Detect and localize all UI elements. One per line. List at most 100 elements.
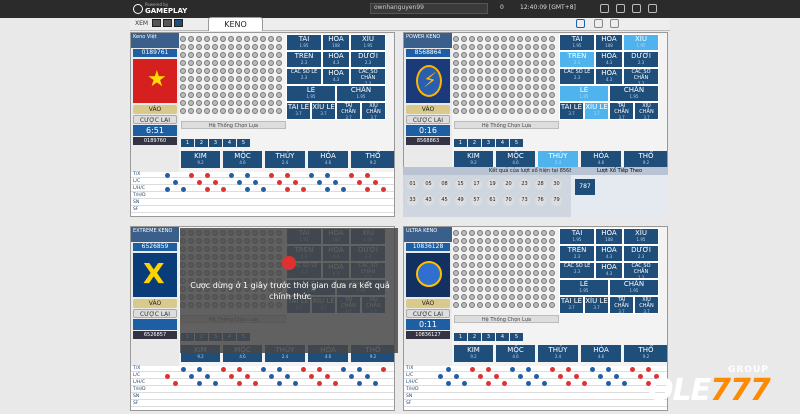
number-ball[interactable] — [477, 44, 483, 50]
element-bet[interactable]: KIM9.2 — [181, 151, 220, 168]
number-ball[interactable] — [477, 294, 483, 300]
number-ball[interactable] — [220, 68, 226, 74]
chip-button[interactable]: 4 — [223, 139, 236, 147]
number-ball[interactable] — [477, 270, 483, 276]
number-ball[interactable] — [236, 60, 242, 66]
number-ball[interactable] — [469, 238, 475, 244]
number-ball[interactable] — [469, 44, 475, 50]
number-ball[interactable] — [461, 286, 467, 292]
number-ball[interactable] — [525, 278, 531, 284]
number-ball[interactable] — [469, 108, 475, 114]
number-ball[interactable] — [501, 270, 507, 276]
element-bet[interactable]: KIM9.2 — [454, 151, 493, 168]
number-ball[interactable] — [517, 302, 523, 308]
number-ball[interactable] — [541, 286, 547, 292]
number-ball[interactable] — [204, 84, 210, 90]
number-ball[interactable] — [509, 36, 515, 42]
number-ball[interactable] — [517, 92, 523, 98]
bet-option[interactable]: XỈU CHẴN3.7 — [634, 102, 659, 120]
number-ball[interactable] — [485, 36, 491, 42]
number-ball[interactable] — [188, 44, 194, 50]
number-ball[interactable] — [180, 92, 186, 98]
element-bet[interactable]: HỎA4.6 — [308, 151, 348, 168]
number-ball[interactable] — [252, 100, 258, 106]
number-ball[interactable] — [485, 286, 491, 292]
number-ball[interactable] — [469, 36, 475, 42]
number-ball[interactable] — [477, 84, 483, 90]
number-ball[interactable] — [485, 68, 491, 74]
number-ball[interactable] — [541, 76, 547, 82]
bet-option[interactable]: CÁC SỐ CHẴN2.3 — [623, 262, 659, 279]
number-ball[interactable] — [461, 52, 467, 58]
number-ball[interactable] — [533, 302, 539, 308]
number-ball[interactable] — [533, 286, 539, 292]
number-ball[interactable] — [228, 36, 234, 42]
number-ball[interactable] — [276, 100, 282, 106]
number-ball[interactable] — [533, 44, 539, 50]
number-ball[interactable] — [276, 68, 282, 74]
number-ball[interactable] — [501, 238, 507, 244]
number-ball[interactable] — [469, 92, 475, 98]
number-ball[interactable] — [268, 68, 274, 74]
number-ball[interactable] — [260, 108, 266, 114]
number-ball[interactable] — [493, 286, 499, 292]
number-ball[interactable] — [236, 92, 242, 98]
number-ball[interactable] — [453, 294, 459, 300]
number-ball[interactable] — [549, 60, 555, 66]
number-ball[interactable] — [212, 84, 218, 90]
number-ball[interactable] — [549, 294, 555, 300]
number-ball[interactable] — [180, 68, 186, 74]
number-ball[interactable] — [493, 270, 499, 276]
number-ball[interactable] — [453, 44, 459, 50]
number-ball[interactable] — [485, 238, 491, 244]
bet-option[interactable]: HÒA108 — [595, 34, 623, 51]
bet-option[interactable]: TÀI CHẴN3.7 — [336, 102, 361, 120]
number-ball[interactable] — [485, 92, 491, 98]
number-ball[interactable] — [276, 36, 282, 42]
bet-option[interactable]: TÀI1.95 — [286, 34, 322, 51]
number-ball[interactable] — [509, 84, 515, 90]
number-ball[interactable] — [509, 76, 515, 82]
number-ball[interactable] — [204, 36, 210, 42]
number-ball[interactable] — [541, 36, 547, 42]
number-ball[interactable] — [541, 44, 547, 50]
chip-button[interactable]: 1 — [454, 139, 467, 147]
bet-option[interactable]: TÀI1.95 — [559, 34, 595, 51]
number-ball[interactable] — [493, 278, 499, 284]
number-ball[interactable] — [469, 286, 475, 292]
number-ball[interactable] — [501, 278, 507, 284]
number-ball[interactable] — [220, 36, 226, 42]
number-ball[interactable] — [541, 230, 547, 236]
element-bet[interactable]: THỔ9.2 — [624, 345, 667, 362]
number-ball[interactable] — [461, 76, 467, 82]
number-ball[interactable] — [485, 76, 491, 82]
number-ball[interactable] — [477, 286, 483, 292]
bet-option[interactable]: HÒA4.3 — [595, 245, 623, 262]
number-ball[interactable] — [268, 44, 274, 50]
number-ball[interactable] — [541, 294, 547, 300]
chip-button[interactable]: 2 — [468, 139, 481, 147]
number-ball[interactable] — [228, 60, 234, 66]
number-ball[interactable] — [252, 60, 258, 66]
number-ball[interactable] — [549, 246, 555, 252]
bet-option[interactable]: CHẴN1.95 — [609, 85, 659, 102]
number-ball[interactable] — [244, 100, 250, 106]
number-ball[interactable] — [180, 52, 186, 58]
number-ball[interactable] — [236, 100, 242, 106]
number-ball[interactable] — [228, 100, 234, 106]
number-ball[interactable] — [525, 230, 531, 236]
number-ball[interactable] — [533, 278, 539, 284]
number-ball[interactable] — [268, 84, 274, 90]
number-ball[interactable] — [244, 44, 250, 50]
number-ball[interactable] — [501, 254, 507, 260]
bet-option[interactable]: CHẴN1.95 — [609, 279, 659, 296]
number-ball[interactable] — [493, 294, 499, 300]
number-ball[interactable] — [493, 92, 499, 98]
trophy-icon[interactable] — [632, 4, 641, 13]
number-ball[interactable] — [461, 254, 467, 260]
number-ball[interactable] — [461, 44, 467, 50]
number-ball[interactable] — [501, 36, 507, 42]
number-ball[interactable] — [517, 294, 523, 300]
number-ball[interactable] — [212, 92, 218, 98]
number-ball[interactable] — [501, 60, 507, 66]
